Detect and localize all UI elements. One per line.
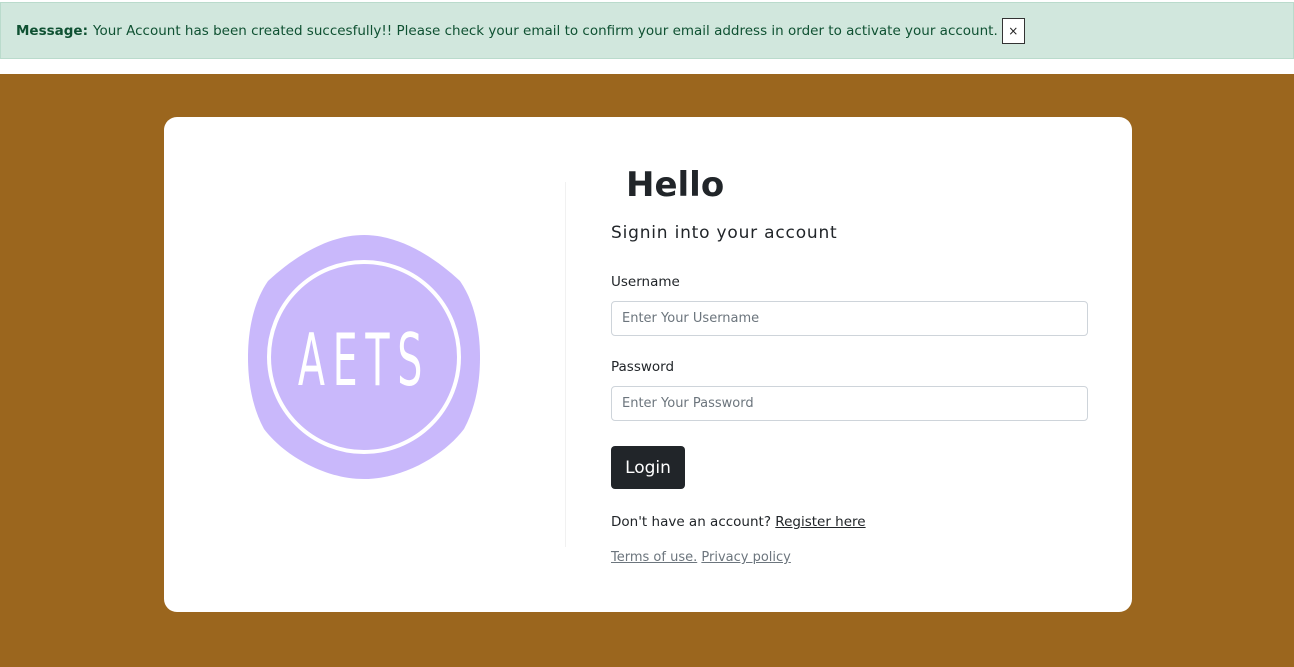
no-account-text: Don't have an account? [611,514,771,530]
register-prompt: Don't have an account? Register here [611,514,866,530]
aets-logo: AETS [248,235,480,479]
terms-link[interactable]: Terms of use. [611,550,697,565]
username-input[interactable] [611,301,1088,336]
login-subtitle: Signin into your account [611,223,838,243]
logo-text: AETS [298,318,430,402]
alert-label: Message: [16,22,88,39]
alert-message: Your Account has been created succesfull… [93,22,998,39]
page-title: Hello [626,165,725,205]
alert-close-button[interactable]: × [1001,17,1025,44]
legal-links: Terms of use. Privacy policy [611,550,791,565]
login-button[interactable]: Login [611,446,685,489]
username-label: Username [611,274,680,290]
login-card: AETS Hello Signin into your account User… [164,117,1132,612]
success-alert: Message: Your Account has been created s… [0,2,1294,59]
privacy-link[interactable]: Privacy policy [701,550,790,565]
password-label: Password [611,359,675,375]
card-divider [565,182,566,547]
register-link[interactable]: Register here [775,514,865,530]
password-input[interactable] [611,386,1088,421]
